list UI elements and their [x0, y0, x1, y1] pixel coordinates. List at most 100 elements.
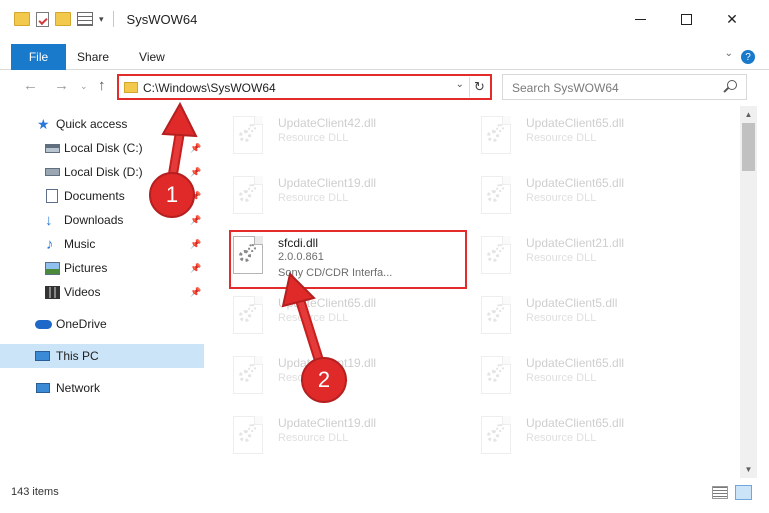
scroll-up-icon[interactable]: ▲: [740, 106, 757, 123]
vertical-scrollbar[interactable]: ▲ ▼: [740, 106, 757, 478]
tab-share[interactable]: Share: [62, 44, 124, 70]
nav-label: Pictures: [64, 261, 108, 275]
nav-music[interactable]: ♪ Music 📌: [0, 232, 204, 256]
file-description: Resource DLL: [278, 192, 349, 204]
file-description: Resource DLL: [526, 432, 597, 444]
step-badge-2: 2: [301, 357, 347, 403]
pin-icon[interactable]: 📌: [190, 215, 201, 226]
nav-label: Network: [56, 381, 101, 395]
nav-label: OneDrive: [56, 317, 107, 331]
file-description: Resource DLL: [278, 432, 349, 444]
nav-label: This PC: [56, 349, 99, 363]
minimize-button[interactable]: [617, 0, 663, 38]
nav-pictures[interactable]: Pictures 📌: [0, 256, 204, 280]
file-name: UpdateClient19.dll: [278, 176, 377, 190]
downloads-icon: ↓: [45, 211, 53, 229]
gear-icon: [239, 310, 251, 322]
file-item[interactable]: UpdateClient65.dll Resource DLL: [215, 290, 455, 344]
file-description: Resource DLL: [526, 192, 597, 204]
file-description: Resource DLL: [526, 312, 597, 324]
status-bar: 143 items: [0, 480, 769, 504]
file-description: Resource DLL: [278, 312, 349, 324]
address-path[interactable]: C:\Windows\SysWOW64: [143, 81, 276, 95]
refresh-button[interactable]: ↻: [469, 77, 489, 97]
pictures-icon: [45, 261, 60, 275]
pin-icon[interactable]: 📌: [190, 167, 201, 178]
properties-icon[interactable]: [36, 11, 49, 27]
search-box[interactable]: Search SysWOW64: [502, 74, 747, 100]
quick-access-dropdown-icon[interactable]: ▾: [99, 14, 104, 25]
file-description: Resource DLL: [278, 132, 349, 144]
gear-icon: [487, 190, 499, 202]
file-item[interactable]: UpdateClient42.dll Resource DLL: [215, 110, 455, 164]
help-icon[interactable]: ?: [741, 50, 755, 64]
network-icon: [36, 383, 50, 393]
large-icons-view-icon[interactable]: [735, 485, 752, 500]
maximize-icon: [680, 13, 692, 25]
file-item[interactable]: UpdateClient65.dll Resource DLL: [463, 350, 703, 404]
view-options-icon[interactable]: [77, 12, 93, 26]
recent-locations-icon[interactable]: ⌄: [80, 81, 88, 92]
file-name: UpdateClient65.dll: [526, 416, 625, 430]
gear-icon: [487, 130, 499, 142]
gear-icon: [487, 430, 499, 442]
gear-icon: [496, 244, 504, 252]
gear-icon: [239, 430, 251, 442]
forward-button[interactable]: →: [54, 77, 69, 94]
gear-icon: [496, 304, 504, 312]
gear-icon: [487, 250, 499, 262]
ribbon-expand-icon[interactable]: ⌄: [725, 48, 733, 59]
nav-local-disk-c[interactable]: Local Disk (C:) 📌: [0, 136, 204, 160]
gear-icon: [239, 190, 251, 202]
pin-icon[interactable]: 📌: [190, 143, 201, 154]
search-input[interactable]: Search SysWOW64: [512, 81, 619, 95]
file-item[interactable]: UpdateClient65.dll Resource DLL: [463, 110, 703, 164]
scroll-thumb[interactable]: [742, 123, 755, 171]
search-icon[interactable]: [727, 80, 737, 90]
file-name: UpdateClient65.dll: [278, 296, 377, 310]
file-item[interactable]: UpdateClient19.dll Resource DLL: [215, 170, 455, 224]
nav-onedrive[interactable]: OneDrive: [0, 312, 204, 336]
address-bar[interactable]: C:\Windows\SysWOW64 ⌄ ↻: [117, 74, 492, 100]
nav-label: Documents: [64, 189, 125, 203]
file-name: UpdateClient19.dll: [278, 416, 377, 430]
up-button[interactable]: ↑: [98, 77, 106, 94]
nav-label: Local Disk (D:): [64, 165, 143, 179]
details-view-icon[interactable]: [712, 486, 728, 499]
nav-this-pc[interactable]: This PC: [0, 344, 204, 368]
file-item[interactable]: UpdateClient65.dll Resource DLL: [463, 410, 703, 464]
folder-icon[interactable]: [14, 12, 30, 26]
file-description: Resource DLL: [526, 132, 597, 144]
tab-file[interactable]: File: [11, 43, 66, 70]
tab-view[interactable]: View: [124, 44, 180, 70]
nav-quick-access[interactable]: ★ Quick access: [0, 112, 204, 136]
navigation-pane: ★ Quick access Local Disk (C:) 📌 Local D…: [0, 106, 208, 478]
file-item[interactable]: UpdateClient21.dll Resource DLL: [463, 230, 703, 284]
pin-icon[interactable]: 📌: [190, 287, 201, 298]
file-item[interactable]: UpdateClient65.dll Resource DLL: [463, 170, 703, 224]
file-description: Resource DLL: [526, 372, 597, 384]
scroll-down-icon[interactable]: ▼: [740, 461, 757, 478]
ribbon-tabs: File Home Share View ⌄ ?: [0, 43, 769, 70]
file-name: UpdateClient65.dll: [526, 356, 625, 370]
maximize-button[interactable]: [663, 0, 709, 38]
gear-icon: [487, 310, 499, 322]
nav-label: Music: [64, 237, 96, 251]
file-name: UpdateClient65.dll: [526, 116, 625, 130]
nav-videos[interactable]: Videos 📌: [0, 280, 204, 304]
close-button[interactable]: ✕: [709, 0, 755, 38]
gear-icon: [496, 124, 504, 132]
nav-network[interactable]: Network: [0, 376, 204, 400]
file-item[interactable]: UpdateClient5.dll Resource DLL: [463, 290, 703, 344]
item-count: 143 items: [11, 486, 59, 498]
pin-icon[interactable]: 📌: [190, 263, 201, 274]
back-button[interactable]: ←: [23, 77, 38, 94]
gear-icon: [248, 424, 256, 432]
pin-icon[interactable]: 📌: [190, 239, 201, 250]
address-dropdown-icon[interactable]: ⌄: [456, 79, 464, 90]
file-list: UpdateClient42.dll Resource DLL UpdateCl…: [215, 106, 740, 478]
videos-icon: [45, 285, 60, 299]
new-folder-icon[interactable]: [55, 12, 71, 26]
file-item[interactable]: UpdateClient19.dll Resource DLL: [215, 410, 455, 464]
documents-icon: [46, 189, 58, 203]
